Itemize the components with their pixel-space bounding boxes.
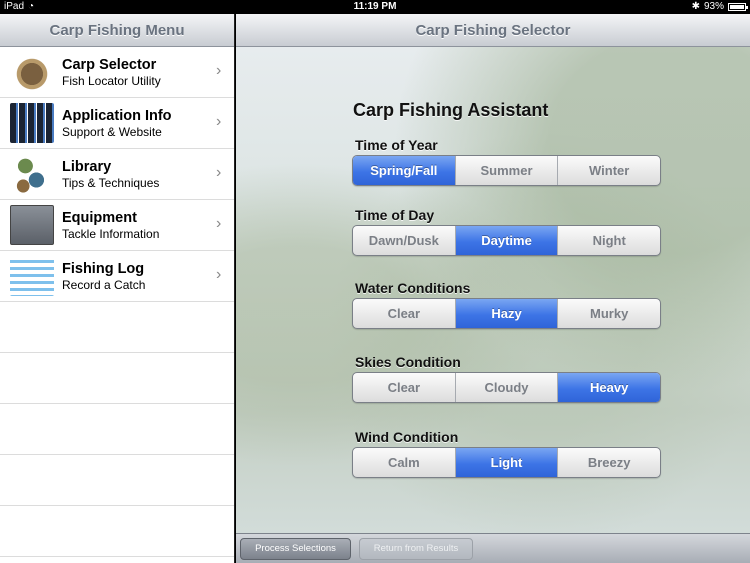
segmented-control: Clear Cloudy Heavy <box>352 372 661 403</box>
menu-item-subtitle: Tips & Techniques <box>62 175 160 190</box>
segmented-control: Calm Light Breezy <box>352 447 661 478</box>
menu-item-subtitle: Tackle Information <box>62 226 160 241</box>
menu-item-text: Library Tips & Techniques <box>62 159 234 190</box>
chevron-right-icon: › <box>216 113 222 130</box>
chevron-right-icon: › <box>216 266 222 283</box>
segment-option[interactable]: Breezy <box>558 448 660 477</box>
group-label: Time of Day <box>355 207 435 223</box>
return-from-results-button[interactable]: Return from Results <box>359 538 473 560</box>
assistant-heading: Carp Fishing Assistant <box>353 100 549 120</box>
battery-percent: 93% <box>703 1 724 12</box>
selector-group: Time of Year Spring/Fall Summer Winter <box>352 137 661 186</box>
segment-option[interactable]: Heavy <box>558 373 660 402</box>
group-label: Skies Condition <box>355 354 461 370</box>
log-sheet-icon <box>10 256 54 296</box>
menu-item-title: Library <box>62 158 112 175</box>
empty-row <box>0 353 234 404</box>
menu-item-title: Equipment <box>62 209 137 226</box>
menu-item[interactable]: Equipment Tackle Information › <box>0 200 234 251</box>
segment-option[interactable]: Daytime <box>455 226 559 255</box>
menu-item-subtitle: Support & Website <box>62 124 162 139</box>
clock: 11:19 PM <box>353 1 397 12</box>
menu-item-text: Carp Selector Fish Locator Utility <box>62 57 234 88</box>
empty-row <box>0 506 234 557</box>
menu-item-text: Application Info Support & Website <box>62 108 234 139</box>
carp-fish-icon <box>10 52 54 92</box>
master-title: Carp Fishing Menu <box>0 14 234 47</box>
segment-option[interactable]: Spring/Fall <box>353 156 456 185</box>
bluetooth-icon: ✱ <box>691 1 700 12</box>
menu-item[interactable]: Application Info Support & Website › <box>0 98 234 149</box>
detail-title: Carp Fishing Selector <box>236 14 750 47</box>
menu-item-title: Fishing Log <box>62 260 145 277</box>
selector-group: Wind Condition Calm Light Breezy <box>352 429 661 478</box>
segmented-control: Clear Hazy Murky <box>352 298 661 329</box>
group-label: Water Conditions <box>355 280 471 296</box>
segment-option[interactable]: Summer <box>456 156 559 185</box>
selector-group: Water Conditions Clear Hazy Murky <box>352 280 661 329</box>
battery-icon <box>728 2 748 11</box>
empty-row <box>0 302 234 353</box>
fish-tips-icon <box>10 154 54 194</box>
menu-item-subtitle: Record a Catch <box>62 277 146 292</box>
detail-panel: Carp Fishing Selector Carp Fishing Assis… <box>236 14 750 563</box>
selector-group: Time of Day Dawn/Dusk Daytime Night <box>352 207 661 256</box>
chevron-right-icon: › <box>216 164 222 181</box>
group-label: Time of Year <box>355 137 438 153</box>
menu-item-text: Fishing Log Record a Catch <box>62 261 234 292</box>
lake-background-image: Carp Fishing Assistant Time of Year Sprin… <box>236 47 750 533</box>
segment-option[interactable]: Light <box>455 448 559 477</box>
segmented-control: Spring/Fall Summer Winter <box>352 155 661 186</box>
segment-option[interactable]: Murky <box>558 299 660 328</box>
group-label: Wind Condition <box>355 429 459 445</box>
menu-item-text: Equipment Tackle Information <box>62 210 234 241</box>
segment-option[interactable]: Clear <box>353 373 456 402</box>
segmented-control: Dawn/Dusk Daytime Night <box>352 225 661 256</box>
process-selections-button[interactable]: Process Selections <box>240 538 351 560</box>
segment-option[interactable]: Hazy <box>455 299 559 328</box>
menu-item-subtitle: Fish Locator Utility <box>62 73 161 88</box>
menu-item[interactable]: Carp Selector Fish Locator Utility › <box>0 47 234 98</box>
menu-list: Carp Selector Fish Locator Utility › Applic… <box>0 47 234 302</box>
tackle-box-icon <box>10 205 54 245</box>
master-panel: Carp Fishing Menu Carp Selector Fish Loca… <box>0 14 235 563</box>
chevron-right-icon: › <box>216 215 222 232</box>
segment-option[interactable]: Dawn/Dusk <box>353 226 456 255</box>
segment-option[interactable]: Calm <box>353 448 456 477</box>
segment-option[interactable]: Night <box>558 226 660 255</box>
menu-item[interactable]: Fishing Log Record a Catch › <box>0 251 234 302</box>
bottom-toolbar: Process Selections Return from Results <box>236 533 750 563</box>
menu-item-title: Carp Selector <box>62 56 157 73</box>
menu-item[interactable]: Library Tips & Techniques › <box>0 149 234 200</box>
selector-group: Skies Condition Clear Cloudy Heavy <box>352 354 661 403</box>
menu-item-title: Application Info <box>62 107 172 124</box>
status-bar: iPad ◔ 11:19 PM ✱ 93% <box>0 0 750 14</box>
segment-option[interactable]: Cloudy <box>456 373 559 402</box>
battery-area: ✱ 93% <box>691 1 748 12</box>
segment-option[interactable]: Winter <box>558 156 660 185</box>
empty-row <box>0 404 234 455</box>
segment-option[interactable]: Clear <box>353 299 456 328</box>
empty-row <box>0 455 234 506</box>
app-screens-icon <box>10 103 54 143</box>
chevron-right-icon: › <box>216 62 222 79</box>
